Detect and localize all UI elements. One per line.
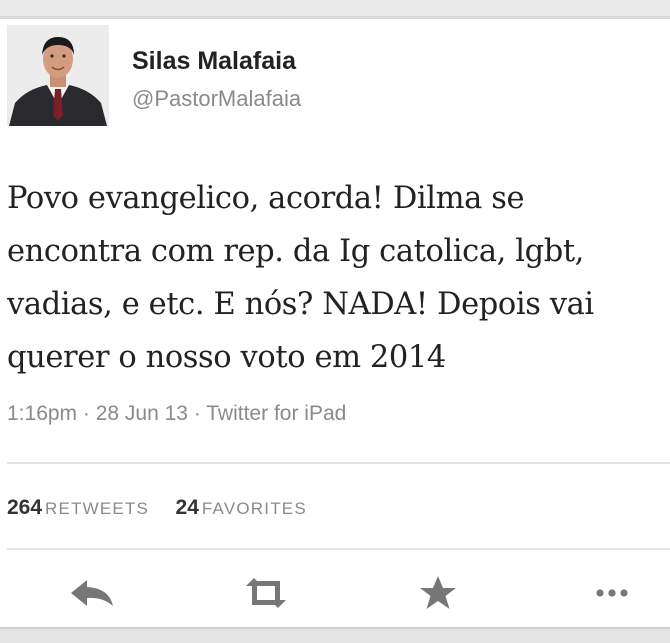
favorites-label[interactable]: FAVORITES [202,499,307,518]
tweet-actions [0,568,670,618]
tweet-line: querer o nosso voto em 2014 [7,340,446,375]
tweet-date[interactable]: 28 Jun 13 [96,402,188,425]
author-handle[interactable]: @PastorMalafaia [132,86,301,112]
retweets-count[interactable]: 264 [7,496,42,519]
meta-separator: · [193,402,207,425]
more-icon [596,589,628,597]
retweet-button[interactable] [240,568,292,618]
tweet-line: Povo evangelico, acorda! Dilma se [7,181,525,216]
tweet-time[interactable]: 1:16pm [7,402,77,425]
profile-photo-icon [7,25,109,126]
tweet-line: vadias, e etc. E nós? NADA! Depois vai [7,287,594,322]
reply-button[interactable] [66,568,118,618]
tweet-text: Povo evangelico, acorda! Dilma se encont… [7,172,667,384]
tweet-meta: 1:16pm · 28 Jun 13 · Twitter for iPad [7,402,346,426]
bottom-edge [0,627,670,643]
divider [7,548,670,550]
tweet-stats: 264 RETWEETS 24 FAVORITES [7,496,329,520]
tweet-line: encontra com rep. da Ig catolica, lgbt, [7,234,584,269]
meta-separator: · [82,402,96,425]
divider [7,462,670,464]
tweet-source[interactable]: Twitter for iPad [206,402,346,425]
more-button[interactable] [586,568,638,618]
reply-icon [71,580,113,606]
retweet-icon [246,578,286,608]
avatar[interactable] [7,25,109,126]
favorite-button[interactable] [412,568,464,618]
star-icon [420,576,456,609]
favorites-count[interactable]: 24 [176,496,199,519]
author-name[interactable]: Silas Malafaia [132,47,296,76]
retweets-label[interactable]: RETWEETS [45,499,149,518]
